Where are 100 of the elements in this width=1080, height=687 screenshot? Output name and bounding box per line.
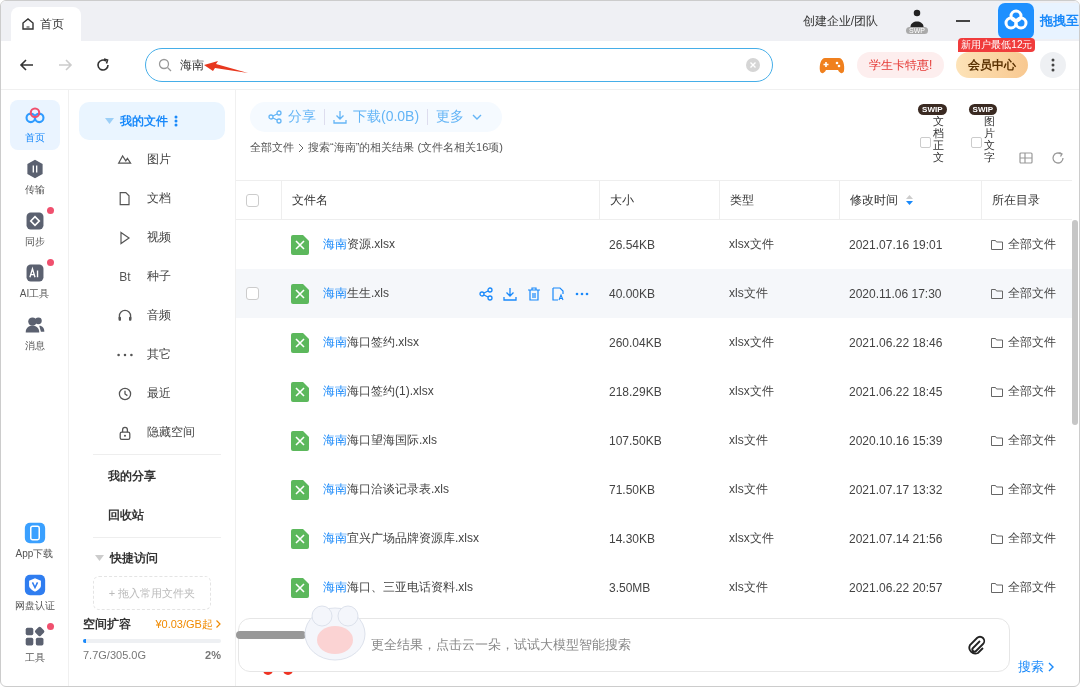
type-cell-text: xlsx文件: [728, 383, 775, 400]
ai-search-bar[interactable]: 更全结果，点击云一朵，试试大模型智能搜索: [238, 618, 1010, 672]
type-cell: xlsx文件: [719, 219, 839, 269]
category-item[interactable]: 其它: [79, 335, 225, 374]
category-item[interactable]: 最近: [79, 374, 225, 413]
file-name-link[interactable]: 海南海口签约(1).xlsx: [323, 383, 434, 400]
folder-link[interactable]: 全部文件: [1008, 530, 1056, 547]
storage-usage: 7.7G/305.0G: [83, 649, 146, 661]
avatar-icon[interactable]: [908, 8, 926, 27]
horizontal-scrollbar[interactable]: [236, 631, 306, 639]
column-header[interactable]: 大小: [609, 192, 634, 207]
rail-item[interactable]: 网盘认证: [9, 568, 60, 618]
file-name-link[interactable]: 海南海口洽谈记录表.xls: [323, 481, 449, 498]
nav-link[interactable]: 我的分享: [79, 457, 225, 496]
folder-link[interactable]: 全部文件: [1008, 285, 1056, 302]
scrollbar[interactable]: [1072, 220, 1078, 425]
share-icon: [268, 110, 282, 124]
arrow-annotation: [204, 61, 248, 75]
file-name-link[interactable]: 海南生生.xls: [323, 285, 389, 302]
grid-view-icon[interactable]: [1019, 151, 1033, 165]
modified-cell: 2020.11.06 17:30: [839, 269, 981, 318]
sort-icon[interactable]: [905, 194, 913, 207]
nav-link[interactable]: 回收站: [79, 496, 225, 535]
delete-icon[interactable]: [527, 286, 541, 301]
search-icon: [158, 58, 172, 72]
folder-link[interactable]: 全部文件: [1008, 334, 1056, 351]
ai-document-icon[interactable]: [551, 286, 565, 301]
breadcrumb-link[interactable]: 全部文件: [250, 140, 294, 155]
ai-search-hint: 更全结果，点击云一朵，试试大模型智能搜索: [371, 636, 631, 654]
chevron-right-icon: [1048, 662, 1055, 672]
folder-link[interactable]: 全部文件: [1008, 579, 1056, 596]
folder-icon: [991, 435, 1003, 446]
create-team-link[interactable]: 创建企业/团队: [802, 12, 878, 30]
rail-item[interactable]: 工具: [9, 620, 60, 670]
dots-icon: [117, 352, 133, 357]
app-icon: [23, 521, 46, 544]
file-name-link[interactable]: 海南海口望海国际.xls: [323, 432, 437, 449]
share-icon[interactable]: [479, 286, 493, 301]
option-checkbox[interactable]: [970, 137, 982, 148]
type-cell: xls文件: [719, 269, 839, 318]
kebab-icon: [1051, 58, 1056, 72]
rail-item[interactable]: 传输: [9, 152, 60, 202]
folder-link[interactable]: 全部文件: [1008, 236, 1056, 253]
web-search-link[interactable]: 搜索: [1018, 658, 1055, 676]
column-header[interactable]: 修改时间: [849, 192, 898, 207]
option-checkbox[interactable]: [920, 137, 932, 148]
file-name-link[interactable]: 海南海口、三亚电话资料.xls: [323, 579, 473, 596]
folder-icon: [991, 484, 1003, 495]
vip-center-button[interactable]: 会员中心: [956, 52, 1029, 78]
swip-badge: SWIP: [968, 104, 997, 115]
option-label: 文档正文: [933, 115, 945, 164]
quick-access-item[interactable]: 快捷访问: [79, 540, 225, 576]
clear-icon[interactable]: [746, 58, 760, 72]
category-item[interactable]: Bt 种子: [79, 257, 225, 296]
folder-icon: [991, 386, 1003, 397]
category-item[interactable]: 视频: [79, 218, 225, 257]
recent-icon: [117, 385, 133, 402]
modified-cell-text: 2021.06.22 20:57: [848, 579, 944, 597]
kebab-icon[interactable]: [174, 115, 178, 127]
caret-icon: [105, 118, 114, 124]
type-cell-text: xls文件: [728, 432, 769, 449]
gamepad-icon[interactable]: [819, 55, 845, 75]
new-user-badge: 新用户最低12元: [958, 38, 1036, 52]
folder-link[interactable]: 全部文件: [1008, 383, 1056, 400]
spreadsheet-file-icon: [291, 479, 309, 500]
bt-icon: Bt: [117, 269, 133, 284]
spreadsheet-file-icon: [291, 283, 309, 304]
more-menu-button[interactable]: [1040, 52, 1067, 78]
folder-link[interactable]: 全部文件: [1008, 481, 1056, 498]
size-cell-text: 107.50KB: [608, 432, 663, 450]
size-cell: 40.00KB: [599, 269, 719, 318]
student-offer-button[interactable]: 学生卡特惠!: [857, 52, 945, 78]
column-header[interactable]: 文件名: [291, 192, 328, 207]
folder-icon: [991, 582, 1003, 593]
column-header[interactable]: 类型: [729, 192, 754, 207]
storage-percent: 2%: [205, 649, 221, 661]
modified-cell: 2021.07.16 19:01: [839, 219, 981, 269]
category-item[interactable]: 图片: [79, 140, 225, 179]
home-tab[interactable]: 首页: [11, 7, 81, 41]
folder-link[interactable]: 全部文件: [1008, 432, 1056, 449]
download-icon[interactable]: [503, 286, 517, 301]
rail-item[interactable]: AI工具: [9, 256, 60, 306]
attachment-icon[interactable]: [965, 635, 987, 657]
category-item[interactable]: 音频: [79, 296, 225, 335]
modified-cell-text: 2021.07.14 21:56: [848, 530, 944, 548]
file-name-link[interactable]: 海南宜兴广场品牌资源库.xlsx: [323, 530, 479, 547]
storage-label: 空间扩容: [83, 616, 131, 633]
rail-item[interactable]: App下载: [9, 516, 60, 566]
file-name-link[interactable]: 海南资源.xlsx: [323, 236, 395, 253]
rail-item[interactable]: 消息: [9, 308, 60, 358]
row-checkbox[interactable]: [246, 287, 259, 300]
select-all-checkbox[interactable]: [246, 193, 259, 207]
category-item[interactable]: 文档: [79, 179, 225, 218]
category-item[interactable]: 隐藏空间: [79, 413, 225, 452]
rail-item[interactable]: 同步: [9, 204, 60, 254]
modified-cell-text: 2020.10.16 15:39: [848, 432, 944, 450]
cloud-logo-icon: [998, 3, 1034, 39]
file-name-link[interactable]: 海南海口签约.xlsx: [323, 334, 419, 351]
caret-icon: [95, 555, 104, 561]
type-cell: xlsx文件: [719, 318, 839, 367]
